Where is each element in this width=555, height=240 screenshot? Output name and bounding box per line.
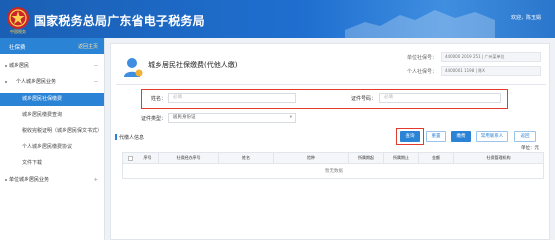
sidebar-item-label: 城乡居民社保缴费 [22, 96, 63, 102]
sidebar-item-label: 单位城乡居民业务 [9, 177, 50, 183]
id-number-label: 证件号码： [351, 96, 377, 102]
back-button[interactable]: 返回 [514, 131, 536, 142]
collapse-icon: − [93, 63, 98, 69]
pay-button[interactable]: 缴费 [451, 131, 471, 142]
empty-table-message: 暂无数据 [325, 169, 343, 174]
chevron-down-icon: ▾ [289, 115, 292, 120]
sidebar-item-urban-rural[interactable]: 城乡居民 − [0, 60, 104, 73]
unit-id-label: 单位社保号： [406, 55, 437, 61]
person-id-value: 4400001 1198 | 陈X [441, 66, 541, 76]
welcome-text: 欢迎， [511, 15, 527, 21]
main-panel: 城乡居民社保缴费(代他人缴) 单位社保号： 440000 2019 251 | … [110, 43, 550, 240]
col-header: 姓名 [219, 153, 274, 163]
col-header: 社保管理机构 [486, 155, 511, 160]
reset-button[interactable]: 重置 [426, 131, 446, 142]
col-header: 险种 [274, 153, 349, 163]
common-contacts-button[interactable]: 常用联系人 [476, 131, 508, 142]
collapse-icon: − [93, 79, 98, 85]
person-id-row: 个人社保号： 4400001 1198 | 陈X [387, 66, 542, 76]
person-id-label: 个人社保号： [406, 69, 437, 75]
sidebar: 社保费 返回主页 城乡居民 − 个人城乡居民业务 − 城乡居民社保缴费 城乡居民… [0, 38, 105, 240]
sidebar-item-label: 个人城乡居民业务 [16, 79, 57, 85]
name-label: 姓名： [151, 96, 167, 102]
id-type-select[interactable]: 居民身份证 ▾ [168, 113, 296, 123]
great-wall-decoration [345, 10, 495, 38]
col-header: 所属期止 [384, 153, 419, 163]
sidebar-item-tax-certificate[interactable]: 税收完税证明（城乡居民保文书式） [0, 125, 104, 138]
id-type-label: 证件类型： [141, 116, 167, 122]
col-header: 社保经办序号 [159, 153, 219, 163]
sidebar-item-unit-business[interactable]: 单位城乡居民业务 + [0, 174, 104, 187]
unit-id-value: 440000 2019 251 | 广州某单位 [441, 52, 541, 62]
table-header: 序号 社保经办序号 姓名 险种 所属期起 所属期止 金额 社保管理机构 [122, 152, 544, 164]
col-header: 金额 [419, 153, 454, 163]
sidebar-item-label: 城乡居民缴费查询 [22, 112, 63, 118]
table-body: 暂无数据 [122, 164, 544, 179]
id-type-value: 居民身份证 [173, 115, 196, 120]
sidebar-item-personal-business[interactable]: 个人城乡居民业务 − [0, 76, 104, 89]
sidebar-item-payment-query[interactable]: 城乡居民缴费查询 [0, 109, 104, 122]
back-to-home-link[interactable]: 返回主页 [78, 43, 98, 50]
name-input[interactable]: 必填 [168, 93, 296, 103]
id-number-input[interactable]: 必填 [379, 93, 501, 103]
sidebar-item-payment-agreement[interactable]: 个人城乡居民缴费协议 [0, 141, 104, 154]
top-header: 中国税务 国家税务总局广东省电子税务局 欢迎， 陈玉娟 [0, 0, 555, 38]
col-header: 序号 [137, 153, 159, 163]
user-avatar-icon [124, 58, 143, 77]
sidebar-item-label: 城乡居民 [9, 63, 30, 69]
unit-id-row: 单位社保号： 440000 2019 251 | 广州某单位 [387, 52, 542, 62]
sidebar-item-label: 个人城乡居民缴费协议 [22, 144, 73, 150]
col-header: 所属期起 [349, 153, 384, 163]
user-name-link[interactable]: 陈玉娟 [526, 14, 541, 21]
sidebar-item-label: 文件下载 [22, 160, 43, 166]
divider [116, 84, 546, 85]
page-title: 城乡居民社保缴费(代他人缴) [148, 61, 238, 69]
query-button[interactable]: 查询 [400, 131, 420, 142]
sidebar-item-social-insurance-payment[interactable]: 城乡居民社保缴费 [0, 93, 104, 106]
emblem-caption: 中国税务 [10, 29, 26, 34]
sidebar-item-file-download[interactable]: 文件下载 [0, 157, 104, 170]
site-title: 国家税务总局广东省电子税务局 [34, 14, 205, 28]
sidebar-item-label: 税收完税证明（城乡居民保文书式） [22, 128, 103, 134]
tax-emblem-icon [7, 7, 29, 29]
expand-icon: + [93, 177, 98, 183]
sidebar-title: 社保费 [9, 45, 26, 51]
unit-label: 单位：元 [521, 146, 539, 151]
section-title: 代缴人信息 [114, 134, 145, 141]
select-all-checkbox[interactable] [128, 156, 133, 161]
sidebar-header: 社保费 返回主页 [0, 38, 104, 54]
